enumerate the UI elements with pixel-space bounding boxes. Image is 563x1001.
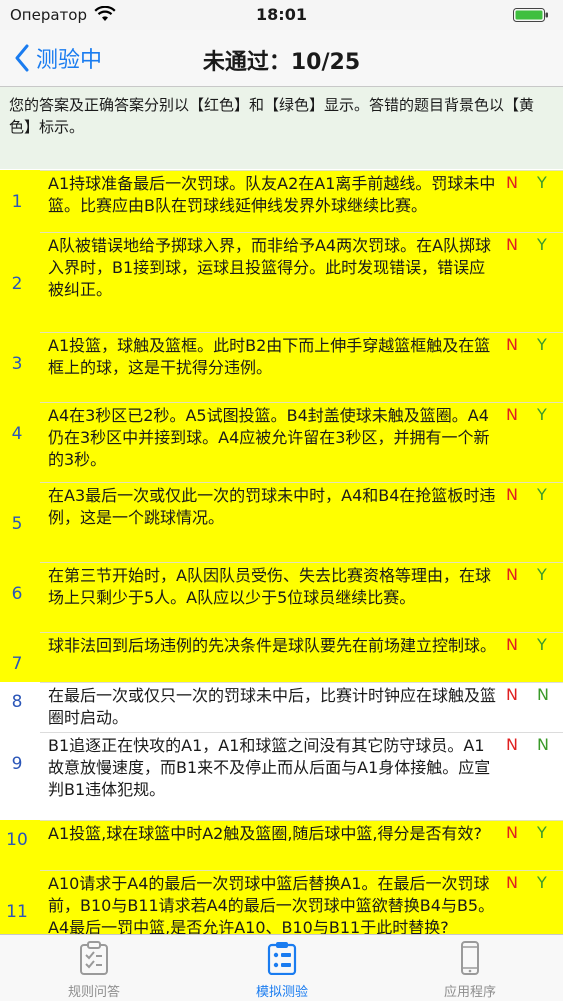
question-number: 1	[11, 192, 23, 212]
row-divider	[40, 870, 563, 871]
legend-notice: 您的答案及正确答案分别以【红色】和【绿色】显示。答错的题目背景色以【黄色】标示。	[0, 87, 563, 169]
user-answer: N	[506, 735, 518, 754]
question-row[interactable]: 2 A队被错误地给予掷球入界，而非给予A4两次罚球。在A队掷球入界时，B1接到球，…	[0, 232, 563, 332]
question-row[interactable]: 8 在最后一次或仅只一次的罚球未中后，比赛计时钟应在球触及篮圈时启动。 N N	[0, 682, 563, 732]
question-text: 在A3最后一次或仅此一次的罚球未中时，A4和B4在抢篮板时违例，这是一个跳球情况…	[48, 486, 496, 527]
question-number: 5	[11, 514, 23, 534]
question-text: 在第三节开始时，A队因队员受伤、失去比赛资格等理由，在球场上只剩少于5人。A队应…	[48, 566, 491, 607]
user-answer: N	[506, 405, 518, 424]
phone-icon	[455, 941, 485, 975]
question-list[interactable]: 1 A1持球准备最后一次罚球。队友A2在A1离手前越线。罚球未中篮。比赛应由B队在…	[0, 170, 563, 934]
battery-icon	[513, 8, 548, 22]
tab-clipboard-list[interactable]: 模拟测验	[188, 935, 376, 1001]
question-number: 8	[11, 692, 23, 712]
correct-answer: N	[537, 735, 549, 754]
row-divider	[40, 402, 563, 403]
correct-answer: N	[537, 685, 549, 704]
row-divider	[40, 170, 563, 171]
row-divider	[40, 732, 563, 733]
clipboard-check-icon	[79, 941, 109, 975]
question-text: 球非法回到后场违例的先决条件是球队要先在前场建立控制球。	[48, 636, 497, 655]
question-row[interactable]: 4 A4在3秒区已2秒。A5试图投篮。B4封盖使球未触及篮圈。A4仍在3秒区中并接…	[0, 402, 563, 482]
question-number: 7	[11, 654, 23, 674]
user-answer: N	[506, 335, 518, 354]
correct-answer: Y	[537, 485, 547, 504]
question-row[interactable]: 3 A1投篮，球触及篮框。此时B2由下而上伸手穿越篮框触及在篮框上的球，这是干扰得…	[0, 332, 563, 402]
user-answer: N	[506, 873, 518, 892]
question-number: 6	[11, 584, 23, 604]
navigation-bar: 测验中 未通过：10/25	[0, 30, 563, 87]
question-number: 4	[11, 424, 23, 444]
question-number: 3	[11, 354, 23, 374]
correct-answer: Y	[537, 173, 547, 192]
correct-answer: Y	[537, 873, 547, 892]
question-text: A队被错误地给予掷球入界，而非给予A4两次罚球。在A队掷球入界时，B1接到球，运…	[48, 236, 492, 299]
question-row[interactable]: 10 A1投篮,球在球篮中时A2触及篮圈,随后球中篮,得分是否有效? N Y	[0, 820, 563, 870]
question-number: 9	[11, 754, 23, 774]
row-divider	[40, 682, 563, 683]
question-text: A1投篮，球触及篮框。此时B2由下而上伸手穿越篮框触及在篮框上的球，这是干扰得分…	[48, 336, 491, 377]
row-divider	[40, 332, 563, 333]
question-number: 11	[6, 902, 28, 922]
tab-label: 模拟测验	[255, 985, 308, 1000]
row-divider	[40, 482, 563, 483]
row-divider	[40, 820, 563, 821]
correct-answer: Y	[537, 405, 547, 424]
user-answer: N	[506, 173, 518, 192]
tab-bar: 规则问答 模拟测验 应用程序	[0, 934, 563, 1001]
question-text: A4在3秒区已2秒。A5试图投篮。B4封盖使球未触及篮圈。A4仍在3秒区中并接到…	[48, 406, 490, 469]
user-answer: N	[506, 485, 518, 504]
question-row[interactable]: 5 在A3最后一次或仅此一次的罚球未中时，A4和B4在抢篮板时违例，这是一个跳球情…	[0, 482, 563, 562]
question-text: B1追逐正在快攻的A1，A1和球篮之间没有其它防守球员。A1故意放慢速度，而B1…	[48, 736, 491, 799]
user-answer: N	[506, 823, 518, 842]
question-row[interactable]: 9 B1追逐正在快攻的A1，A1和球篮之间没有其它防守球员。A1故意放慢速度，而B…	[0, 732, 563, 820]
tab-label: 应用程序	[443, 985, 496, 1000]
tab-clipboard-check[interactable]: 规则问答	[0, 935, 188, 1001]
question-text: A1投篮,球在球篮中时A2触及篮圈,随后球中篮,得分是否有效?	[48, 824, 483, 843]
page-title: 未通过：10/25	[202, 50, 361, 75]
correct-answer: Y	[537, 235, 547, 254]
question-text: A1持球准备最后一次罚球。队友A2在A1离手前越线。罚球未中篮。比赛应由B队在罚…	[48, 174, 496, 215]
question-row[interactable]: 11 A10请求于A4的最后一次罚球中篮后替换A1。在最后一次罚球前，B10与B1…	[0, 870, 563, 934]
user-answer: N	[506, 685, 518, 704]
correct-answer: Y	[537, 635, 547, 654]
row-divider	[40, 562, 563, 563]
question-text: 在最后一次或仅只一次的罚球未中后，比赛计时钟应在球触及篮圈时启动。	[48, 686, 497, 727]
status-bar: Оператор 18:01	[0, 0, 563, 30]
correct-answer: Y	[537, 565, 547, 584]
user-answer: N	[506, 565, 518, 584]
row-divider	[40, 232, 563, 233]
question-row[interactable]: 6 在第三节开始时，A队因队员受伤、失去比赛资格等理由，在球场上只剩少于5人。A队…	[0, 562, 563, 632]
correct-answer: Y	[537, 823, 547, 842]
question-row[interactable]: 7 球非法回到后场违例的先决条件是球队要先在前场建立控制球。 N Y	[0, 632, 563, 682]
question-number: 2	[11, 274, 23, 294]
correct-answer: Y	[537, 335, 547, 354]
tab-label: 规则问答	[67, 985, 120, 1000]
question-text: A10请求于A4的最后一次罚球中篮后替换A1。在最后一次罚球前，B10与B11请…	[48, 874, 495, 934]
clipboard-list-icon	[267, 941, 297, 976]
question-number: 10	[6, 830, 28, 850]
tab-phone[interactable]: 应用程序	[376, 935, 563, 1001]
user-answer: N	[506, 235, 518, 254]
user-answer: N	[506, 635, 518, 654]
question-row[interactable]: 1 A1持球准备最后一次罚球。队友A2在A1离手前越线。罚球未中篮。比赛应由B队在…	[0, 170, 563, 232]
row-divider	[40, 632, 563, 633]
status-time: 18:01	[256, 5, 307, 24]
